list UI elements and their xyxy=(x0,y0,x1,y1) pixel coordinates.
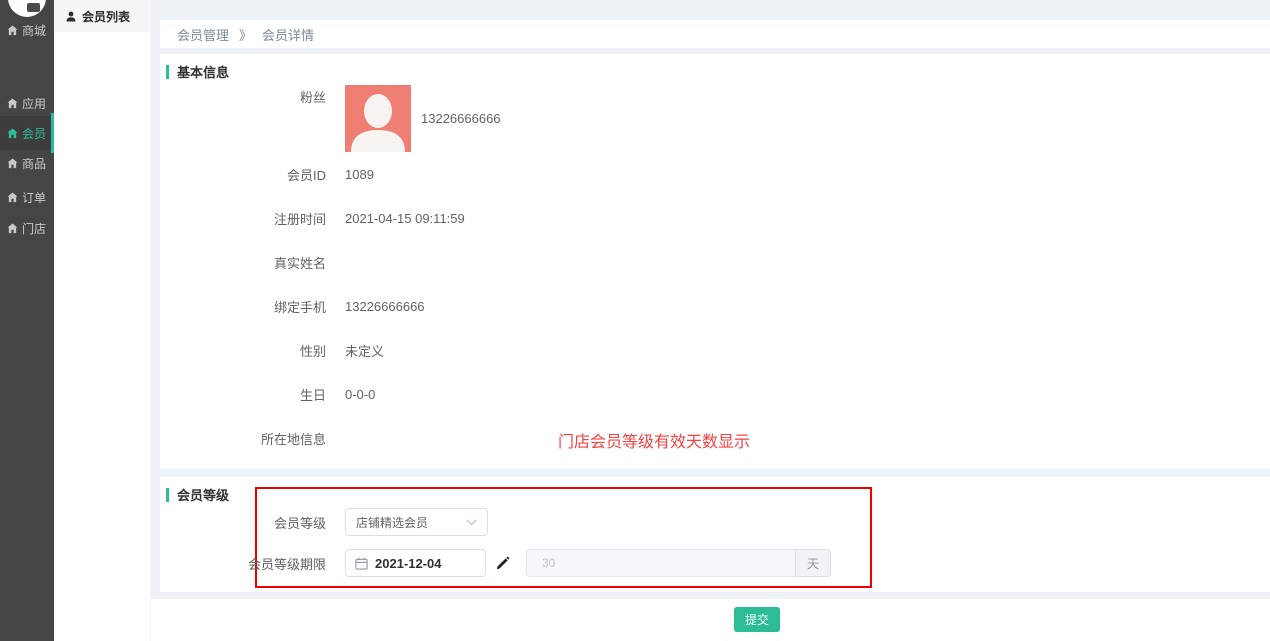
basic-info-panel: 基本信息 粉丝 13226666666 xyxy=(160,54,1270,469)
pencil-icon[interactable] xyxy=(495,556,510,571)
field-label: 注册时间 xyxy=(160,209,345,228)
field-label: 绑定手机 xyxy=(160,297,345,316)
breadcrumb-parent[interactable]: 会员管理 xyxy=(177,25,229,44)
sidebar-item-mall[interactable]: 商城 xyxy=(0,13,54,47)
fan-phone: 13226666666 xyxy=(421,111,501,126)
home-icon xyxy=(7,223,18,234)
basic-info-form: 粉丝 13226666666 会员ID 1089 xyxy=(160,85,1270,460)
field-label: 粉丝 xyxy=(160,85,345,106)
annotation-text: 门店会员等级有效天数显示 xyxy=(558,428,750,452)
field-row-gender: 性别 未定义 xyxy=(160,328,1270,372)
field-value: 0-0-0 xyxy=(345,387,375,402)
sidebar-item-goods[interactable]: 商品 xyxy=(0,146,54,180)
field-row-level-term: 会员等级期限 2021-12-04 xyxy=(160,549,1270,577)
field-row-register-time: 注册时间 2021-04-15 09:11:59 xyxy=(160,196,1270,240)
section-accent-bar xyxy=(166,488,169,502)
avatar-silhouette-icon xyxy=(345,85,411,152)
sidebar-item-stores[interactable]: 门店 xyxy=(0,211,54,245)
breadcrumb-current: 会员详情 xyxy=(262,25,314,44)
level-days-group: 30 天 xyxy=(526,549,831,577)
secondary-sidebar: 会员列表 xyxy=(54,0,151,641)
field-value: 1089 xyxy=(345,167,374,182)
field-value: 未定义 xyxy=(345,341,384,360)
avatar xyxy=(345,85,411,152)
field-label: 会员等级 xyxy=(160,513,345,532)
member-level-select-value: 店铺精选会员 xyxy=(356,514,428,531)
field-value: 13226666666 xyxy=(345,299,425,314)
calendar-icon xyxy=(355,557,368,570)
sidebar-item-label: 会员 xyxy=(22,125,46,142)
submenu-item-label: 会员列表 xyxy=(82,8,130,25)
field-label: 会员等级期限 xyxy=(160,554,345,573)
sidebar-item-apps[interactable]: 应用 xyxy=(0,86,54,120)
field-row-member-level: 会员等级 店铺精选会员 xyxy=(160,507,1270,537)
field-label: 性别 xyxy=(160,341,345,360)
field-label: 所在地信息 xyxy=(160,429,345,448)
field-label: 会员ID xyxy=(160,165,345,184)
field-label: 生日 xyxy=(160,385,345,404)
home-icon xyxy=(7,192,18,203)
sidebar-item-label: 订单 xyxy=(22,189,46,206)
section-title-text: 基本信息 xyxy=(177,62,229,81)
basic-info-title: 基本信息 xyxy=(166,62,229,81)
home-icon xyxy=(7,98,18,109)
field-row-member-id: 会员ID 1089 xyxy=(160,152,1270,196)
field-value: 2021-04-15 09:11:59 xyxy=(345,211,465,226)
sidebar-item-label: 商品 xyxy=(22,155,46,172)
user-icon xyxy=(66,11,76,22)
sidebar-item-label: 应用 xyxy=(22,95,46,112)
breadcrumb-separator: 》 xyxy=(239,25,252,44)
level-days-input-disabled: 30 xyxy=(526,549,795,577)
sidebar-item-members[interactable]: 会员 xyxy=(0,116,54,150)
page: 商城 应用 会员 商品 订单 门店 会员列表 xyxy=(0,0,1270,641)
field-label: 真实姓名 xyxy=(160,253,345,272)
submit-button[interactable]: 提交 xyxy=(734,607,780,632)
main-content: 会员管理 》 会员详情 基本信息 粉丝 xyxy=(151,0,1270,641)
logo-mark xyxy=(27,3,40,12)
home-icon xyxy=(7,158,18,169)
chevron-down-icon xyxy=(466,519,477,526)
footer-bar: 提交 xyxy=(151,599,1270,641)
member-level-title: 会员等级 xyxy=(166,485,229,504)
section-title-text: 会员等级 xyxy=(177,485,229,504)
sidebar-item-label: 门店 xyxy=(22,220,46,237)
sidebar-item-label: 商城 xyxy=(22,22,46,39)
submenu-item-member-list[interactable]: 会员列表 xyxy=(54,0,151,32)
field-row-birthday: 生日 0-0-0 xyxy=(160,372,1270,416)
sidebar-item-orders[interactable]: 订单 xyxy=(0,180,54,214)
field-row-fan: 粉丝 13226666666 xyxy=(160,85,1270,152)
section-accent-bar xyxy=(166,65,169,79)
level-expiry-date-value: 2021-12-04 xyxy=(375,556,442,571)
level-days-unit: 天 xyxy=(795,549,831,577)
level-expiry-date-input[interactable]: 2021-12-04 xyxy=(345,549,486,577)
home-icon xyxy=(7,128,18,139)
member-level-select[interactable]: 店铺精选会员 xyxy=(345,508,488,536)
primary-sidebar: 商城 应用 会员 商品 订单 门店 xyxy=(0,0,54,641)
field-row-real-name: 真实姓名 xyxy=(160,240,1270,284)
breadcrumb: 会员管理 》 会员详情 xyxy=(160,20,1270,48)
field-row-bound-phone: 绑定手机 13226666666 xyxy=(160,284,1270,328)
member-level-panel: 会员等级 会员等级 店铺精选会员 会员等级期限 xyxy=(160,477,1270,592)
home-icon xyxy=(7,25,18,36)
